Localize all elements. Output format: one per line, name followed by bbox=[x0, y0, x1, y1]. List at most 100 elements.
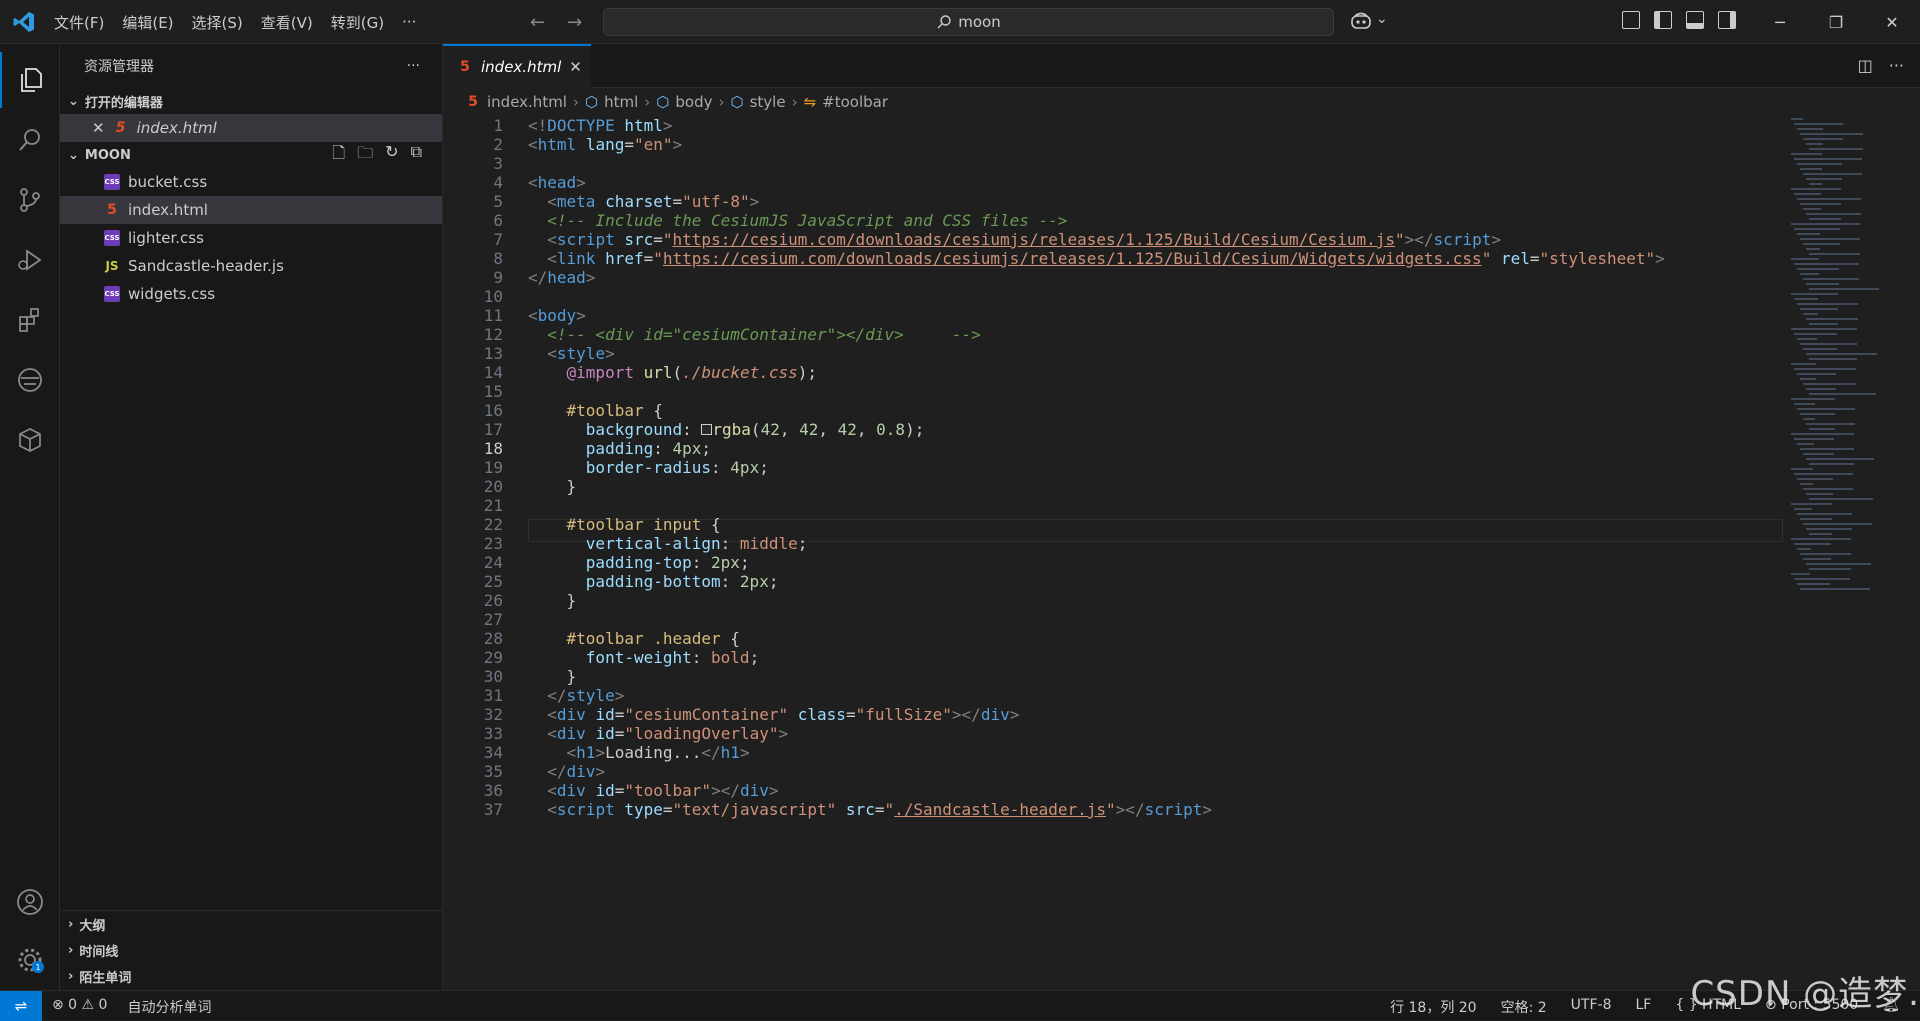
minimap-line bbox=[1797, 303, 1858, 305]
open-editors-section[interactable]: ⌄ 打开的编辑器 bbox=[60, 88, 442, 114]
collapse-all-icon[interactable]: ⧉ bbox=[411, 142, 422, 169]
toggle-primary-sidebar-icon[interactable] bbox=[1654, 11, 1672, 29]
file-item[interactable]: 5 index.html bbox=[60, 196, 442, 224]
forward-arrow-icon[interactable]: → bbox=[567, 12, 582, 33]
minimap-line bbox=[1800, 378, 1816, 380]
code-line: vertical-align: middle; bbox=[585, 534, 808, 553]
file-label: Sandcastle-header.js bbox=[128, 257, 284, 275]
html-file-icon: 5 bbox=[115, 120, 126, 136]
open-editor-item[interactable]: ✕ 5 index.html bbox=[60, 114, 442, 142]
menu-file[interactable]: 文件(F) bbox=[54, 12, 104, 33]
package-icon bbox=[19, 428, 41, 452]
accounts-activity-button[interactable] bbox=[0, 874, 60, 930]
customize-layout-icon[interactable] bbox=[1622, 11, 1640, 29]
minimap-line bbox=[1809, 183, 1822, 185]
explorer-activity-button[interactable] bbox=[0, 52, 60, 108]
file-item[interactable]: CSS lighter.css bbox=[60, 224, 442, 252]
split-editor-icon[interactable]: ◫ bbox=[1858, 56, 1873, 75]
refresh-icon[interactable]: ↻ bbox=[385, 142, 398, 169]
line-number: 11 bbox=[483, 306, 503, 325]
folder-section-moon[interactable]: ⌄ MOON 🗋 🗀 ↻ ⧉ bbox=[60, 142, 442, 168]
breadcrumb-item[interactable]: body bbox=[675, 93, 712, 111]
editor-actions: ◫ ··· bbox=[1858, 56, 1904, 75]
close-button[interactable]: ✕ bbox=[1864, 0, 1920, 44]
chevron-right-icon: › bbox=[644, 93, 651, 111]
chevron-down-icon: ⌄ bbox=[1376, 11, 1388, 27]
minimap-line bbox=[1809, 568, 1851, 570]
toggle-secondary-sidebar-icon[interactable] bbox=[1718, 11, 1736, 29]
encoding[interactable]: UTF-8 bbox=[1571, 997, 1612, 1017]
copilot-button[interactable]: ⌄ bbox=[1350, 11, 1388, 31]
breadcrumb-item[interactable]: index.html bbox=[487, 93, 567, 111]
line-number: 20 bbox=[483, 477, 503, 496]
menu-selection[interactable]: 选择(S) bbox=[192, 12, 243, 33]
minimize-button[interactable]: ─ bbox=[1752, 0, 1808, 44]
cursor-position[interactable]: 行 18，列 20 bbox=[1390, 997, 1477, 1017]
minimap-line bbox=[1797, 233, 1820, 235]
breadcrumb-item[interactable]: html bbox=[604, 93, 638, 111]
menu-view[interactable]: 查看(V) bbox=[261, 12, 313, 33]
outline-section[interactable]: › 大纲 bbox=[60, 911, 442, 937]
extension-status[interactable]: 自动分析单词 bbox=[127, 997, 211, 1017]
extensions-activity-button[interactable] bbox=[0, 292, 60, 348]
search-activity-button[interactable] bbox=[0, 112, 60, 168]
run-debug-activity-button[interactable] bbox=[0, 232, 60, 288]
minimap-line bbox=[1797, 443, 1814, 445]
file-item[interactable]: JS Sandcastle-header.js bbox=[60, 252, 442, 280]
minimap-line bbox=[1791, 573, 1810, 575]
breadcrumb-item[interactable]: style bbox=[750, 93, 786, 111]
minimap-line bbox=[1803, 418, 1815, 420]
minimap-line bbox=[1803, 243, 1840, 245]
css-file-icon: CSS bbox=[104, 174, 120, 190]
timeline-section[interactable]: › 时间线 bbox=[60, 937, 442, 963]
close-icon[interactable]: ✕ bbox=[569, 58, 582, 76]
manage-activity-button[interactable]: 1 bbox=[0, 932, 60, 988]
breadcrumb-item[interactable]: #toolbar bbox=[822, 93, 888, 111]
gear-icon: 1 bbox=[18, 948, 44, 973]
minimap-line bbox=[1803, 173, 1862, 175]
menu-more[interactable]: ··· bbox=[402, 13, 416, 31]
back-arrow-icon[interactable]: ← bbox=[530, 12, 545, 33]
source-control-activity-button[interactable] bbox=[0, 172, 60, 228]
more-actions-icon[interactable]: ··· bbox=[1889, 56, 1904, 75]
code-line: </div> bbox=[547, 762, 606, 781]
minimap-line bbox=[1800, 553, 1851, 555]
explorer-more-button[interactable]: ··· bbox=[407, 58, 420, 74]
code-editor[interactable]: 1 2 3 4 5 6 7 8 9 10 11 12 13 14 15 16 17 18 19 20 21 22 23 24 2… bbox=[443, 116, 1783, 990]
end-of-line[interactable]: LF bbox=[1635, 997, 1651, 1017]
file-item[interactable]: CSS widgets.css bbox=[60, 280, 442, 308]
line-number: 10 bbox=[483, 287, 503, 306]
command-center-search[interactable]: moon bbox=[603, 8, 1334, 36]
minimap-line bbox=[1809, 463, 1854, 465]
file-item[interactable]: CSS bucket.css bbox=[60, 168, 442, 196]
menu-go[interactable]: 转到(G) bbox=[331, 12, 384, 33]
minimap[interactable] bbox=[1783, 116, 1920, 990]
remote-indicator[interactable]: ⇌ bbox=[0, 991, 42, 1021]
code-line: } bbox=[528, 591, 577, 610]
js-file-icon: JS bbox=[105, 259, 119, 273]
code-line: <html lang="en"> bbox=[528, 135, 683, 154]
code-line: <head> bbox=[528, 173, 586, 192]
line-number: 32 bbox=[483, 705, 503, 724]
restore-button[interactable]: ❐ bbox=[1808, 0, 1864, 44]
minimap-line bbox=[1797, 373, 1836, 375]
chevron-right-icon: › bbox=[718, 93, 725, 111]
new-folder-icon[interactable]: 🗀 bbox=[357, 142, 373, 169]
minimap-line bbox=[1806, 458, 1874, 460]
line-number: 30 bbox=[483, 667, 503, 686]
tab-index-html[interactable]: 5 index.html ✕ bbox=[443, 44, 591, 88]
package-activity-button[interactable] bbox=[0, 412, 60, 468]
menu-edit[interactable]: 编辑(E) bbox=[122, 12, 173, 33]
vscode-logo-icon bbox=[13, 12, 34, 32]
unknown-words-section[interactable]: › 陌生单词 bbox=[60, 963, 442, 989]
title-bar: 文件(F) 编辑(E) 选择(S) 查看(V) 转到(G) ··· ← → mo… bbox=[0, 0, 1920, 44]
toggle-panel-icon[interactable] bbox=[1686, 11, 1704, 29]
remote-explorer-activity-button[interactable] bbox=[0, 352, 60, 408]
indentation[interactable]: 空格: 2 bbox=[1501, 997, 1547, 1017]
close-icon[interactable]: ✕ bbox=[92, 119, 105, 137]
file-label: widgets.css bbox=[128, 285, 216, 303]
new-file-icon[interactable]: 🗋 bbox=[332, 142, 345, 169]
problems-indicator[interactable]: ⊗ 0 ⚠ 0 bbox=[52, 997, 107, 1017]
minimap-line bbox=[1806, 213, 1861, 215]
minimap-line bbox=[1803, 138, 1843, 140]
